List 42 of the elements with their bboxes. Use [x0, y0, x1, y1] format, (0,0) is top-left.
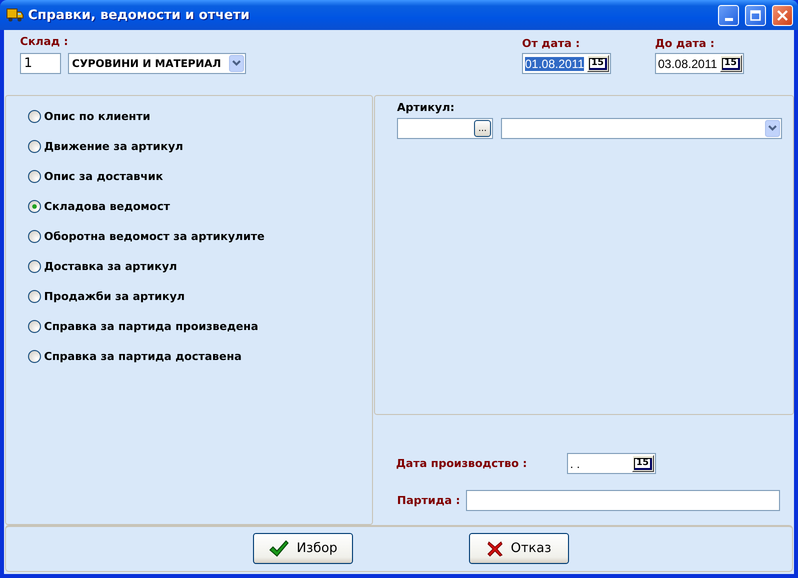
report-option-label[interactable]: Опис за доставчик	[44, 170, 164, 182]
radio-button[interactable]	[28, 140, 41, 152]
minimize-button[interactable]	[718, 4, 739, 26]
browse-button[interactable]: ...	[474, 120, 491, 137]
warehouse-combo[interactable]: СУРОВИНИ И МАТЕРИАЛ	[68, 53, 246, 74]
report-option-label[interactable]: Опис по клиенти	[44, 110, 150, 122]
batch-field[interactable]	[466, 490, 780, 511]
truck-icon	[6, 7, 24, 23]
window-title: Справки, ведомости и отчети	[28, 8, 251, 22]
report-option-label[interactable]: Движение за артикул	[44, 140, 184, 152]
report-option-label[interactable]: Оборотна ведомост за артикулите	[44, 230, 265, 242]
warehouse-label: Склад :	[20, 35, 70, 48]
checkmark-icon	[268, 540, 289, 558]
report-option-label[interactable]: Продажби за артикул	[44, 290, 185, 302]
maximize-button[interactable]	[745, 4, 766, 26]
article-code-field[interactable]: ...	[397, 118, 493, 139]
article-label: Артикул:	[397, 101, 456, 114]
from-date-label: От дата :	[522, 37, 581, 50]
radio-button[interactable]	[28, 260, 41, 272]
batch-label: Партида :	[397, 494, 460, 507]
to-date-label: До дата :	[655, 37, 716, 50]
report-option-label[interactable]: Справка за партида доставена	[44, 350, 242, 362]
production-date-label: Дата производство :	[396, 457, 528, 470]
radio-button[interactable]	[28, 320, 41, 332]
minimize-icon	[724, 18, 732, 20]
radio-button[interactable]	[28, 230, 41, 242]
article-combo[interactable]	[501, 118, 782, 139]
radio-button[interactable]	[28, 350, 41, 362]
report-option-label[interactable]: Справка за партида произведена	[44, 320, 258, 332]
radio-button[interactable]	[28, 110, 41, 122]
close-button[interactable]	[772, 4, 793, 26]
close-icon	[777, 10, 788, 20]
maximize-icon	[750, 10, 761, 20]
radio-button[interactable]	[28, 170, 41, 182]
cross-icon	[486, 540, 503, 556]
report-option-label[interactable]: Доставка за артикул	[44, 260, 178, 272]
select-button[interactable]: Избор	[253, 533, 353, 564]
radio-button[interactable]	[28, 290, 41, 302]
cancel-button[interactable]: Отказ	[469, 533, 569, 564]
radio-button-checked[interactable]	[28, 200, 41, 212]
warehouse-code-field[interactable]: 1	[20, 53, 61, 74]
report-option-label[interactable]: Складова ведомост	[44, 200, 170, 212]
